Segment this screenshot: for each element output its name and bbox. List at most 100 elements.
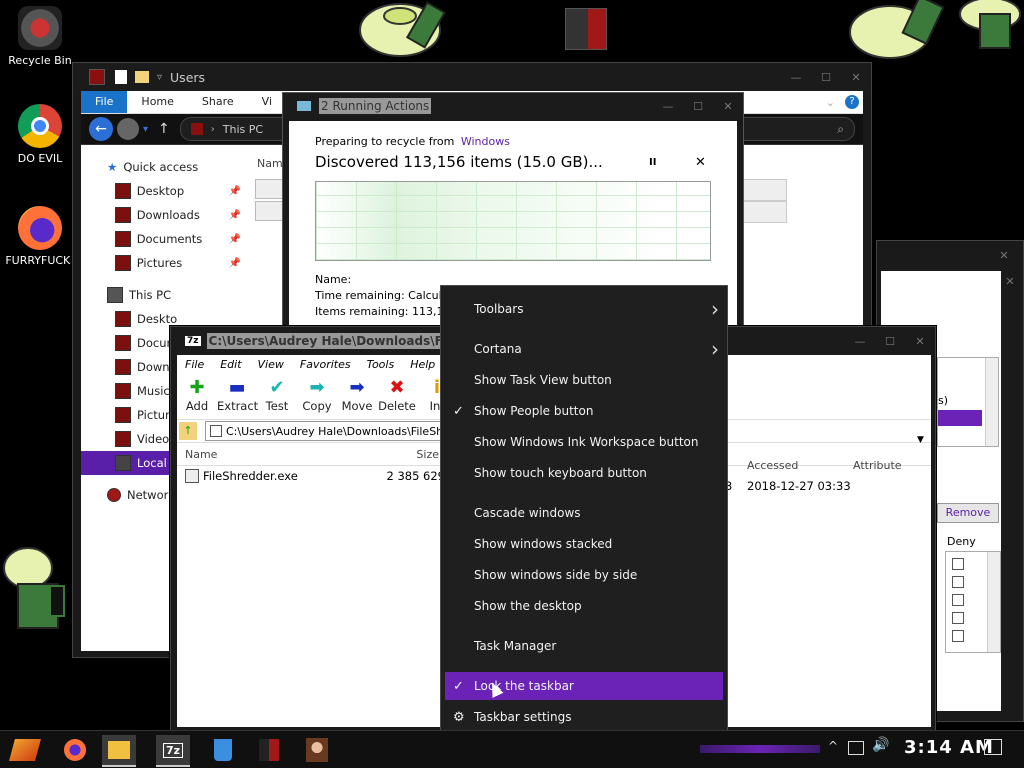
menu-item-show-windows-stacked[interactable]: Show windows stacked [441,530,727,558]
recent-locations-icon[interactable]: ▾ [143,124,148,135]
menu-item-task-manager[interactable]: Task Manager [441,632,727,660]
taskbar-app[interactable] [252,735,286,765]
properties-icon[interactable] [115,70,127,84]
start-button[interactable] [8,735,42,765]
up-button[interactable]: ↑ [158,121,170,137]
tab-home[interactable]: Home [127,91,187,113]
menu-file[interactable]: File [177,358,212,371]
column-header-accessed[interactable]: Accessed [747,459,798,472]
back-button[interactable]: ← [89,117,113,141]
volume-icon[interactable]: 🔊 [872,737,889,753]
column-header-name[interactable]: Nam [257,157,283,170]
menu-item-show-the-desktop[interactable]: Show the desktop [441,592,727,620]
menu-tools[interactable]: Tools [359,358,403,371]
folder-row[interactable] [255,201,283,221]
menu-item-toolbars[interactable]: Toolbars › [441,295,727,323]
minimize-button[interactable]: — [653,96,683,116]
tab-file[interactable]: File [81,91,128,113]
pin-icon[interactable]: 📌 [229,210,241,221]
help-icon[interactable]: ? [845,95,859,109]
menu-item-show-people-button[interactable]: ✓ Show People button [441,397,727,425]
close-button[interactable]: ✕ [989,245,1019,265]
minimize-button[interactable]: — [845,331,875,351]
copy-button[interactable]: ➡ Copy [297,373,337,413]
desktop-icon-firefox[interactable]: FURRYFUCK! [0,206,80,267]
source-link[interactable]: Windows [461,135,510,148]
progress-graph [315,181,711,261]
menu-item-show-task-view-button[interactable]: Show Task View button [441,366,727,394]
address-field[interactable]: C:\Users\Audrey Hale\Downloads\FileShre [205,421,459,441]
sidebar-item-documents[interactable]: Documents 📌 [81,227,241,251]
taskbar-portrait[interactable] [300,735,334,765]
close-button[interactable]: ✕ [905,331,935,351]
clock[interactable]: 3:14 AM [904,737,994,758]
taskbar-7zip[interactable]: 7z [156,735,190,767]
dropdown-arrow-icon[interactable]: ▼ [917,435,924,445]
scrollbar[interactable] [987,552,1000,652]
breadcrumb[interactable]: This PC [223,123,263,136]
scrollbar[interactable] [985,358,998,446]
maximize-button[interactable]: ☐ [811,67,841,87]
taskbar-file-explorer[interactable] [102,735,136,767]
sidebar-item-pictures[interactable]: Pictures 📌 [81,251,241,275]
taskbar-recycle[interactable] [206,735,240,765]
dialog-titlebar[interactable]: 2 Running Actions — ☐ ✕ [283,93,743,119]
pin-icon[interactable]: 📌 [229,186,241,197]
menu-item-show-windows-ink-workspace-button[interactable]: Show Windows Ink Workspace button [441,428,727,456]
menu-help[interactable]: Help [402,358,443,371]
deny-checkbox[interactable] [952,612,964,624]
maximize-button[interactable]: ☐ [875,331,905,351]
pin-icon[interactable]: 📌 [229,234,241,245]
deny-checkbox[interactable] [952,594,964,606]
forward-button[interactable] [117,118,139,140]
column-header-name[interactable]: Name [177,448,339,461]
sidebar-item-desktop[interactable]: Desktop 📌 [81,179,241,203]
notification-icon[interactable] [984,739,1002,755]
desktop-icon-recycle-bin[interactable]: Recycle Bin [0,6,80,67]
menu-view[interactable]: View [250,358,292,371]
tab-share[interactable]: Share [188,91,248,113]
menu-item-cascade-windows[interactable]: Cascade windows [441,499,727,527]
network-tray-icon[interactable] [848,741,864,755]
list-item-selected[interactable] [938,410,982,426]
delete-button[interactable]: ✖ Delete [377,373,417,413]
close-button[interactable]: ✕ [995,271,1024,291]
menu-item-show-touch-keyboard-button[interactable]: Show touch keyboard button [441,459,727,487]
sidebar-item-quick-access[interactable]: ★ Quick access [81,155,241,179]
menu-item-taskbar-settings[interactable]: ⚙ Taskbar settings [441,703,727,731]
desktop-icon-chrome[interactable]: DO EVIL [0,104,80,165]
deny-checkbox[interactable] [952,630,964,642]
column-header-attributes[interactable]: Attribute [853,459,902,472]
menu-item-cortana[interactable]: Cortana › [441,335,727,363]
cancel-button[interactable]: ✕ [695,155,706,170]
deny-checkbox[interactable] [952,576,964,588]
remove-button[interactable]: Remove [937,503,999,523]
column-header-size[interactable]: Size [339,448,439,461]
ribbon-expand-icon[interactable]: ⌄ [826,96,835,109]
test-button[interactable]: ✔ Test [257,373,297,413]
sidebar-item-this-pc[interactable]: This PC [81,283,241,307]
minimize-button[interactable]: — [781,67,811,87]
close-button[interactable]: ✕ [713,96,743,116]
pin-icon[interactable]: 📌 [229,258,241,269]
maximize-button[interactable]: ☐ [683,96,713,116]
show-hidden-icons[interactable]: ^ [828,739,838,753]
up-folder-button[interactable]: ↑ [179,422,197,440]
explorer-titlebar[interactable]: ▿ Users — ☐ ✕ [73,63,871,91]
taskbar-firefox[interactable] [58,735,92,765]
chevron-down-icon[interactable]: ▿ [157,72,162,83]
add-button[interactable]: ✚ Add [177,373,217,413]
extract-button[interactable]: ▬ Extract [217,373,258,413]
folder-icon[interactable] [135,71,149,83]
folder-row[interactable] [255,179,283,199]
pause-button[interactable]: II [649,157,656,168]
move-button[interactable]: ➡ Move [337,373,377,413]
recycle-bin-icon [18,6,62,50]
deny-checkbox[interactable] [952,558,964,570]
sidebar-item-downloads[interactable]: Downloads 📌 [81,203,241,227]
menu-edit[interactable]: Edit [212,358,249,371]
menu-item-show-windows-side-by-side[interactable]: Show windows side by side [441,561,727,589]
menu-favorites[interactable]: Favorites [292,358,359,371]
close-button[interactable]: ✕ [841,67,871,87]
tab-view[interactable]: Vi [248,91,286,113]
